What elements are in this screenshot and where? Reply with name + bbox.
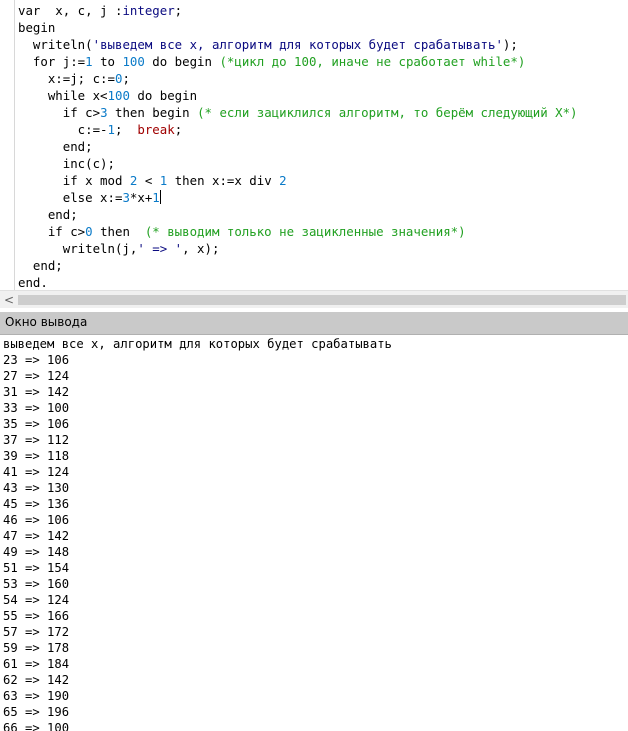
- editor-gutter: [0, 0, 15, 290]
- output-line: 47 => 142: [3, 529, 70, 543]
- code-token: <: [137, 173, 160, 188]
- code-token: (* выводим только не зацикленные значени…: [144, 224, 466, 239]
- output-line: 49 => 148: [3, 545, 70, 559]
- code-token: 100: [122, 54, 145, 69]
- code-token: x:=j; c:=: [18, 71, 115, 86]
- code-token: end;: [18, 258, 63, 273]
- code-line[interactable]: c:=-1; break;: [18, 121, 628, 138]
- code-token: then: [92, 224, 145, 239]
- code-token: else x:=: [18, 190, 123, 205]
- code-token: while x<: [18, 88, 108, 103]
- code-token: if c>: [18, 105, 101, 120]
- code-token: integer: [122, 3, 175, 18]
- output-line: 65 => 196: [3, 705, 70, 719]
- output-line: 51 => 154: [3, 561, 70, 575]
- output-line: 66 => 100: [3, 721, 70, 731]
- code-line[interactable]: else x:=3*x+1: [18, 189, 628, 206]
- code-token: for j:=: [18, 54, 86, 69]
- code-token: writeln(j,: [18, 241, 138, 256]
- code-token: ;: [115, 122, 138, 137]
- code-token: ;: [174, 3, 183, 18]
- code-editor[interactable]: var x, c, j :integer; begin writeln('выве…: [0, 0, 628, 290]
- code-line[interactable]: end.: [18, 274, 628, 290]
- output-line: выведем все x, алгоритм для которых буде…: [3, 337, 392, 351]
- output-line: 63 => 190: [3, 689, 70, 703]
- code-token: , x);: [182, 241, 220, 256]
- code-token: inc(c);: [18, 156, 115, 171]
- output-window[interactable]: выведем все x, алгоритм для которых буде…: [0, 336, 628, 731]
- code-line[interactable]: inc(c);: [18, 155, 628, 172]
- code-line[interactable]: if c>0 then (* выводим только не зацикле…: [18, 223, 628, 240]
- output-line: 43 => 130: [3, 481, 70, 495]
- code-token: then begin: [107, 105, 198, 120]
- code-token: 3: [100, 105, 108, 120]
- horizontal-scrollbar[interactable]: <: [0, 290, 628, 309]
- code-line[interactable]: while x<100 do begin: [18, 87, 628, 104]
- code-token: 1: [107, 122, 115, 137]
- output-line: 23 => 106: [3, 353, 70, 367]
- output-line: 31 => 142: [3, 385, 70, 399]
- code-line[interactable]: end;: [18, 206, 628, 223]
- code-line[interactable]: writeln('выведем все x, алгоритм для кот…: [18, 36, 628, 53]
- output-line: 54 => 124: [3, 593, 70, 607]
- code-token: break: [137, 122, 175, 137]
- code-token: end.: [18, 275, 48, 290]
- code-token: ;: [174, 122, 183, 137]
- code-token: ' => ': [137, 241, 183, 256]
- code-token: do begin: [144, 54, 220, 69]
- output-line: 53 => 160: [3, 577, 70, 591]
- code-token: c:=-: [18, 122, 108, 137]
- code-line[interactable]: for j:=1 to 100 do begin (*цикл до 100, …: [18, 53, 628, 70]
- code-token: 0: [85, 224, 93, 239]
- code-line[interactable]: var x, c, j :integer;: [18, 2, 628, 19]
- code-line[interactable]: begin: [18, 19, 628, 36]
- code-area[interactable]: var x, c, j :integer; begin writeln('выве…: [18, 2, 628, 290]
- output-line: 45 => 136: [3, 497, 70, 511]
- output-line: 62 => 142: [3, 673, 70, 687]
- code-token: );: [502, 37, 518, 52]
- output-line: 57 => 172: [3, 625, 70, 639]
- code-token: *x+: [129, 190, 153, 205]
- code-token: ;: [122, 71, 130, 86]
- code-line[interactable]: end;: [18, 257, 628, 274]
- code-token: end;: [18, 207, 78, 222]
- output-panel-header: Окно вывода: [0, 312, 628, 335]
- output-line: 59 => 178: [3, 641, 70, 655]
- code-token: then x:=x div: [167, 173, 280, 188]
- output-line: 46 => 106: [3, 513, 70, 527]
- code-token: 3: [122, 190, 130, 205]
- output-line: 27 => 124: [3, 369, 70, 383]
- output-line: 33 => 100: [3, 401, 70, 415]
- code-token: var x, c, j :: [18, 3, 123, 18]
- output-line: 41 => 124: [3, 465, 70, 479]
- code-line[interactable]: x:=j; c:=0;: [18, 70, 628, 87]
- code-token: 1: [85, 54, 93, 69]
- code-token: if x mod: [18, 173, 130, 188]
- output-line: 61 => 184: [3, 657, 70, 671]
- scroll-left-arrow-icon[interactable]: <: [2, 293, 16, 307]
- code-token: to: [92, 54, 123, 69]
- output-panel-title: Окно вывода: [5, 315, 88, 329]
- code-token: (* если зациклился алгоритм, то берём сл…: [197, 105, 578, 120]
- code-line[interactable]: end;: [18, 138, 628, 155]
- output-line: 55 => 166: [3, 609, 70, 623]
- output-line: 39 => 118: [3, 449, 70, 463]
- code-token: end;: [18, 139, 93, 154]
- code-token: 100: [107, 88, 130, 103]
- code-token: writeln(: [18, 37, 93, 52]
- code-token: do begin: [129, 88, 198, 103]
- output-line: 35 => 106: [3, 417, 70, 431]
- code-token: begin: [18, 20, 56, 35]
- scrollbar-thumb[interactable]: [18, 295, 626, 305]
- code-line[interactable]: if c>3 then begin (* если зациклился алг…: [18, 104, 628, 121]
- output-line: 37 => 112: [3, 433, 70, 447]
- text-caret: [159, 190, 161, 204]
- code-line[interactable]: if x mod 2 < 1 then x:=x div 2: [18, 172, 628, 189]
- code-token: 1: [152, 190, 160, 205]
- code-token: (*цикл до 100, иначе не сработает while*…: [219, 54, 526, 69]
- code-line[interactable]: writeln(j,' => ', x);: [18, 240, 628, 257]
- code-token: 'выведем все x, алгоритм для которых буд…: [92, 37, 503, 52]
- code-token: 2: [279, 173, 287, 188]
- code-token: if c>: [18, 224, 86, 239]
